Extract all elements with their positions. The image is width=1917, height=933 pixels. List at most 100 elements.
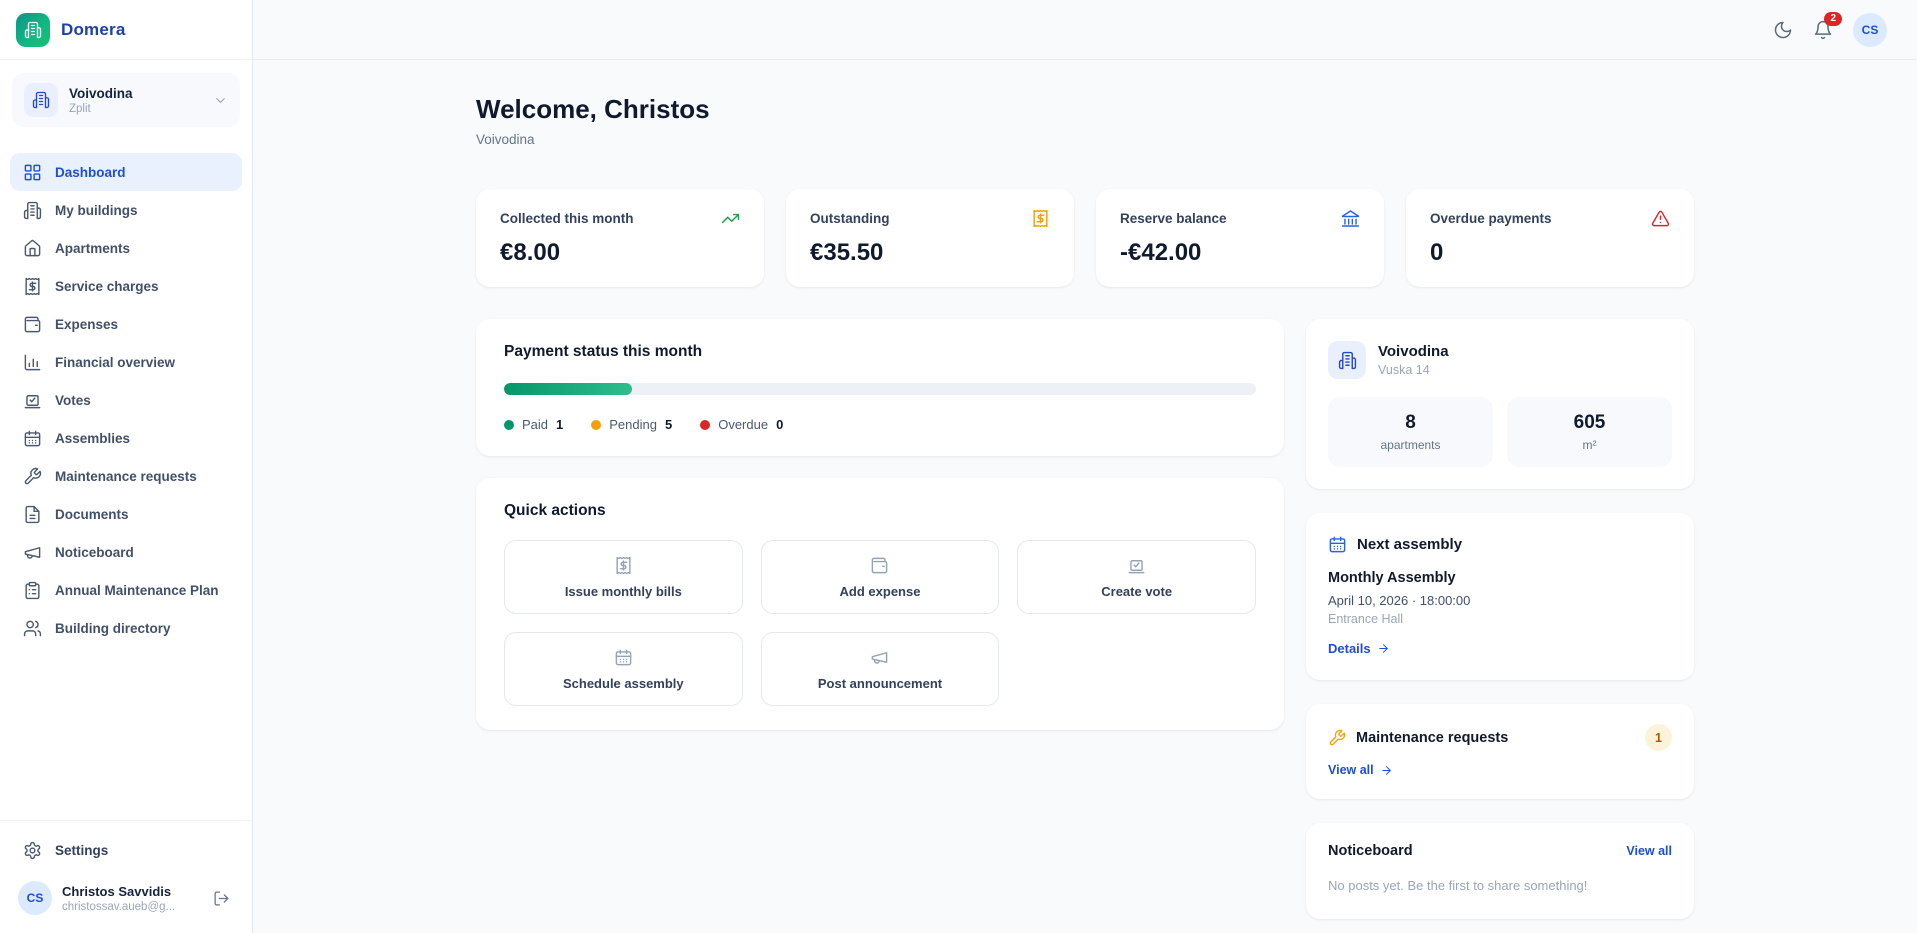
payment-legend: Paid 1 Pending 5 Overdue 0	[504, 417, 1256, 432]
pending-dot	[591, 419, 602, 430]
stat-card-overdue-payments: Overdue payments 0	[1406, 189, 1694, 287]
avatar: CS	[18, 881, 52, 915]
stat-card-collected: Collected this month €8.00	[476, 189, 764, 287]
stats-row: Collected this month €8.00 Outstanding €…	[476, 189, 1694, 287]
clipboard-icon	[23, 581, 42, 600]
building-selector-name: Voivodina	[69, 85, 133, 101]
overdue-dot	[700, 419, 711, 430]
quick-action-label: Issue monthly bills	[564, 583, 682, 599]
building-address: Vuska 14	[1378, 363, 1430, 377]
settings-label: Settings	[55, 842, 109, 858]
maintenance-requests-card: Maintenance requests 1 View all	[1306, 704, 1694, 799]
sidebar-item-dashboard[interactable]: Dashboard	[10, 153, 242, 191]
stat-label: Reserve balance	[1120, 211, 1227, 226]
noticeboard-view-all-link[interactable]: View all	[1626, 844, 1672, 858]
building-name: Voivodina	[1378, 343, 1449, 360]
stat-value: 0	[1430, 239, 1444, 266]
stat-value: -€42.00	[1120, 239, 1202, 266]
assembly-details-link[interactable]: Details	[1328, 641, 1390, 656]
trending-up-icon	[721, 209, 740, 228]
sidebar-item-label: Expenses	[55, 316, 119, 332]
user-meta: Christos Savvidis christossav.aueb@g...	[62, 884, 199, 913]
stat-value: €35.50	[810, 239, 884, 266]
sidebar-item-label: Annual Maintenance Plan	[55, 582, 219, 598]
building-selector[interactable]: Voivodina Zplit	[12, 73, 240, 127]
sidebar-item-label: Apartments	[55, 240, 131, 256]
sidebar-item-financial-overview[interactable]: Financial overview	[10, 343, 242, 381]
sidebar-item-label: Assemblies	[55, 430, 131, 446]
sidebar-item-service-charges[interactable]: Service charges	[10, 267, 242, 305]
quick-action-post-announcement[interactable]: Post announcement	[760, 632, 1000, 706]
quick-actions-card: Quick actions Issue monthly bills Add ex…	[476, 478, 1284, 730]
stat-card-outstanding: Outstanding €35.50	[786, 189, 1074, 287]
legend-item-pending: Pending 5	[591, 417, 672, 432]
quick-action-issue-monthly-bills[interactable]: Issue monthly bills	[504, 540, 743, 614]
quick-action-label: Create vote	[1101, 583, 1173, 599]
payment-progress-bar	[504, 383, 1256, 395]
sidebar-item-label: Votes	[55, 392, 91, 408]
dark-mode-toggle[interactable]	[1773, 20, 1793, 40]
notification-badge: 2	[1824, 11, 1842, 26]
sidebar-item-label: Documents	[55, 506, 129, 522]
stat-value: €8.00	[500, 239, 561, 266]
sidebar-item-expenses[interactable]: Expenses	[10, 305, 242, 343]
avatar[interactable]: CS	[1853, 12, 1887, 47]
maintenance-title: Maintenance requests	[1356, 729, 1509, 746]
wallet-icon	[23, 315, 42, 334]
payment-status-title: Payment status this month	[504, 343, 703, 360]
legend-count: 0	[776, 417, 784, 432]
sidebar-item-noticeboard[interactable]: Noticeboard	[10, 533, 242, 571]
building-selector-text: Voivodina Zplit	[69, 86, 202, 115]
sidebar-item-label: Dashboard	[55, 164, 126, 180]
arrow-right-icon	[1380, 764, 1393, 777]
sidebar-item-annual-maintenance-plan[interactable]: Annual Maintenance Plan	[10, 571, 242, 609]
sidebar-nav: Dashboard My buildings Apartments Servic…	[0, 153, 252, 647]
users-icon	[23, 619, 42, 638]
main-area: 2 CS Welcome, Christos Voivodina Collect…	[253, 0, 1917, 933]
building-stat-area: 605 m²	[1507, 397, 1672, 467]
maintenance-view-all-link[interactable]: View all	[1328, 763, 1393, 777]
legend-count: 1	[556, 417, 564, 432]
paid-dot	[504, 419, 514, 430]
sidebar-item-building-directory[interactable]: Building directory	[10, 609, 242, 647]
legend-count: 5	[664, 417, 673, 432]
quick-actions-title: Quick actions	[504, 502, 606, 519]
quick-action-add-expense[interactable]: Add expense	[760, 540, 1000, 614]
sidebar-item-my-buildings[interactable]: My buildings	[10, 191, 242, 229]
stat-value: 605	[1573, 412, 1606, 433]
next-assembly-title: Next assembly	[1357, 536, 1463, 553]
sidebar-item-assemblies[interactable]: Assemblies	[10, 419, 242, 457]
building-stat-apartments: 8 apartments	[1328, 397, 1493, 467]
topbar: 2 CS	[253, 0, 1917, 60]
notifications-button[interactable]: 2	[1813, 11, 1842, 40]
payment-status-card: Payment status this month Paid 1 Pending…	[476, 319, 1284, 456]
assembly-datetime: April 10, 2026 · 18:00:00	[1328, 593, 1471, 608]
quick-action-create-vote[interactable]: Create vote	[1017, 540, 1256, 614]
alert-triangle-icon	[1651, 209, 1670, 228]
sidebar-item-votes[interactable]: Votes	[10, 381, 242, 419]
legend-item-paid: Paid 1	[504, 417, 563, 432]
brand-name: Domera	[61, 19, 126, 39]
quick-action-label: Post announcement	[817, 675, 943, 691]
assembly-event-name: Monthly Assembly	[1328, 570, 1456, 586]
user-row: CS Christos Savvidis christossav.aueb@g.…	[10, 869, 242, 919]
sidebar-item-label: Building directory	[55, 620, 171, 636]
wrench-icon	[23, 467, 42, 486]
link-label: Details	[1328, 641, 1371, 656]
bank-icon	[1341, 209, 1360, 228]
sidebar-item-maintenance-requests[interactable]: Maintenance requests	[10, 457, 242, 495]
stat-label: Outstanding	[810, 211, 890, 226]
building-icon	[23, 201, 42, 220]
legend-item-overdue: Overdue 0	[700, 417, 783, 432]
megaphone-icon	[870, 648, 889, 667]
quick-action-schedule-assembly[interactable]: Schedule assembly	[504, 632, 743, 706]
vote-icon	[23, 391, 42, 410]
sidebar-item-apartments[interactable]: Apartments	[10, 229, 242, 267]
user-email: christossav.aueb@g...	[62, 900, 176, 913]
settings-button[interactable]: Settings	[10, 831, 242, 869]
sidebar-item-label: Noticeboard	[55, 544, 134, 560]
logout-icon[interactable]	[209, 886, 234, 911]
sidebar-item-label: Maintenance requests	[55, 468, 197, 484]
sidebar-item-documents[interactable]: Documents	[10, 495, 242, 533]
bar-chart-icon	[23, 353, 42, 372]
